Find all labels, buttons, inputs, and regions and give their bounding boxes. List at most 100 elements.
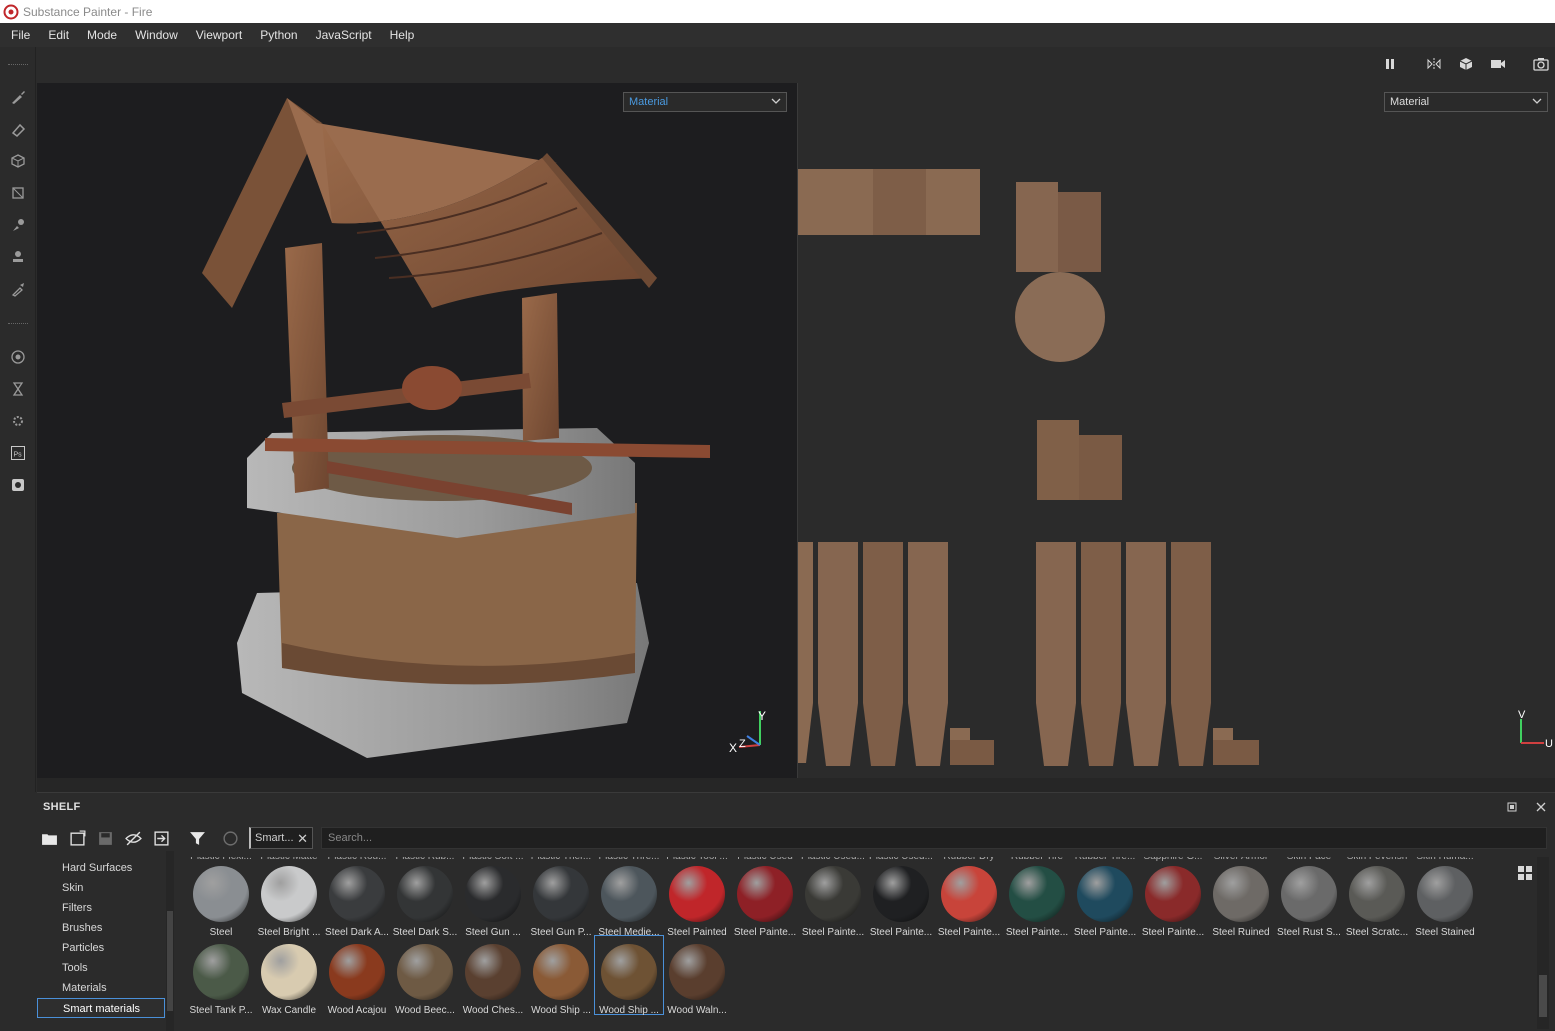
viewport2d-channel-select[interactable]: Material <box>1384 92 1548 112</box>
material-thumbnail[interactable]: Steel Gun P... <box>527 858 595 938</box>
category-smart-materials[interactable]: Smart materials <box>37 998 165 1018</box>
material-thumbnail[interactable]: Steel Painte... <box>799 858 867 938</box>
save-preset-icon[interactable] <box>95 828 115 848</box>
hide-icon[interactable] <box>123 828 143 848</box>
export-icon[interactable] <box>8 475 28 495</box>
menu-help[interactable]: Help <box>381 23 424 47</box>
category-filters[interactable]: Filters <box>37 898 165 918</box>
settings-icon[interactable] <box>8 411 28 431</box>
material-thumbnail[interactable]: Wood Ship ... <box>527 936 595 1016</box>
symmetry-icon[interactable] <box>1423 54 1445 74</box>
menu-mode[interactable]: Mode <box>78 23 126 47</box>
material-thumbnail[interactable]: Steel Scratc... <box>1343 858 1411 938</box>
projection-icon[interactable] <box>8 151 28 171</box>
material-preview-sphere <box>533 944 589 1000</box>
shelf-search-input[interactable]: Search... <box>321 827 1547 849</box>
left-toolbar: Ps <box>0 47 36 792</box>
material-thumbnail[interactable]: Steel Painte... <box>1003 858 1071 938</box>
viewport-2d[interactable]: Material V U <box>798 83 1555 778</box>
uv-layout-render <box>798 169 1259 766</box>
material-thumbnail[interactable]: Steel Painte... <box>1139 858 1207 938</box>
material-label: Steel Tank P... <box>189 1005 253 1016</box>
material-thumbnail[interactable]: Wood Waln... <box>663 936 731 1016</box>
material-preview-sphere <box>1349 866 1405 922</box>
shelf-categories: Hard Surfaces Skin Filters Brushes Parti… <box>37 857 177 1029</box>
filter-funnel-icon[interactable] <box>187 828 207 848</box>
folder-icon[interactable] <box>39 828 59 848</box>
categories-scroll-thumb[interactable] <box>167 911 173 1011</box>
material-grid-scroll-thumb[interactable] <box>1539 975 1547 1017</box>
material-thumbnail[interactable]: Wood Beec... <box>391 936 459 1016</box>
menu-viewport[interactable]: Viewport <box>187 23 251 47</box>
close-icon[interactable] <box>1534 800 1548 814</box>
material-thumbnail[interactable]: Steel Gun ... <box>459 858 527 938</box>
material-thumbnail[interactable]: Steel Stained <box>1411 858 1479 938</box>
menu-edit[interactable]: Edit <box>39 23 78 47</box>
material-grid-scrollbar[interactable] <box>1537 857 1549 1029</box>
menu-file[interactable]: File <box>2 23 39 47</box>
axis-gizmo-3d: Y X Z <box>729 709 766 755</box>
categories-scrollbar[interactable] <box>166 851 174 1031</box>
float-window-icon[interactable] <box>1505 800 1519 814</box>
material-label: Wax Candle <box>261 1005 317 1016</box>
material-thumbnail[interactable]: Steel Painte... <box>867 858 935 938</box>
material-thumbnail[interactable]: Steel Painte... <box>731 858 799 938</box>
shelf-panel: SHELF Smart... ✕ Search... Hard Surfaces… <box>37 792 1555 1031</box>
material-thumbnail[interactable]: Steel Painte... <box>1071 858 1139 938</box>
category-materials[interactable]: Materials <box>37 978 165 998</box>
material-thumbnail[interactable]: Steel Rust S... <box>1275 858 1343 938</box>
material-label: Steel Ruined <box>1212 927 1270 938</box>
smudge-icon[interactable] <box>8 215 28 235</box>
grid-view-icon[interactable] <box>1517 865 1533 881</box>
material-preview-sphere <box>533 866 589 922</box>
reset-filter-icon[interactable] <box>220 828 240 848</box>
timer-icon[interactable] <box>8 379 28 399</box>
material-preview-sphere <box>465 866 521 922</box>
filter-chip-smart-materials[interactable]: Smart... ✕ <box>249 827 313 849</box>
pause-icon[interactable] <box>1379 54 1401 74</box>
polygon-fill-icon[interactable] <box>8 183 28 203</box>
material-thumbnail[interactable]: Steel Tank P... <box>187 936 255 1016</box>
display-mode-cube-icon[interactable] <box>1455 54 1477 74</box>
material-label: Wood Ship ... <box>531 1005 591 1016</box>
material-thumbnail[interactable]: Wax Candle <box>255 936 323 1016</box>
material-label: Steel Painte... <box>801 927 865 938</box>
material-thumbnail[interactable]: Steel Painte... <box>935 858 1003 938</box>
material-thumbnail[interactable]: Steel Dark A... <box>323 858 391 938</box>
material-label: Wood Waln... <box>667 1005 727 1016</box>
photoshop-icon[interactable]: Ps <box>8 443 28 463</box>
paint-brush-icon[interactable] <box>8 87 28 107</box>
screenshot-camera-icon[interactable] <box>1530 54 1552 74</box>
category-brushes[interactable]: Brushes <box>37 918 165 938</box>
import-icon[interactable] <box>151 828 171 848</box>
category-tools[interactable]: Tools <box>37 958 165 978</box>
viewport3d-channel-select[interactable]: Material <box>623 92 787 112</box>
material-thumbnail[interactable]: Wood Ches... <box>459 936 527 1016</box>
category-skin[interactable]: Skin <box>37 878 165 898</box>
menu-javascript[interactable]: JavaScript <box>307 23 381 47</box>
axis-label-v: V <box>1518 709 1526 721</box>
remove-filter-icon[interactable]: ✕ <box>297 831 308 847</box>
material-thumbnail[interactable]: Steel Medie... <box>595 858 663 938</box>
viewport-3d[interactable]: Material Y X Z <box>37 83 797 778</box>
material-thumbnail[interactable]: Steel Painted <box>663 858 731 938</box>
eraser-icon[interactable] <box>8 119 28 139</box>
window-title: Substance Painter - Fire <box>23 4 153 19</box>
material-thumbnail[interactable]: Wood Ship ... <box>594 935 664 1016</box>
bake-icon[interactable] <box>8 347 28 367</box>
filter-chip-label: Smart... <box>255 832 294 844</box>
clone-stamp-icon[interactable] <box>8 247 28 267</box>
new-window-icon[interactable] <box>67 828 87 848</box>
material-thumbnail[interactable]: Steel Ruined <box>1207 858 1275 938</box>
material-thumbnail[interactable]: Steel Dark S... <box>391 858 459 938</box>
material-preview-sphere <box>669 866 725 922</box>
material-thumbnail[interactable]: Steel Bright ... <box>255 858 323 938</box>
camera-video-icon[interactable] <box>1487 54 1509 74</box>
menu-window[interactable]: Window <box>126 23 187 47</box>
color-picker-icon[interactable] <box>8 279 28 299</box>
material-thumbnail[interactable]: Wood Acajou <box>323 936 391 1016</box>
category-particles[interactable]: Particles <box>37 938 165 958</box>
category-hard-surfaces[interactable]: Hard Surfaces <box>37 858 165 878</box>
material-thumbnail[interactable]: Steel <box>187 858 255 938</box>
menu-python[interactable]: Python <box>251 23 306 47</box>
